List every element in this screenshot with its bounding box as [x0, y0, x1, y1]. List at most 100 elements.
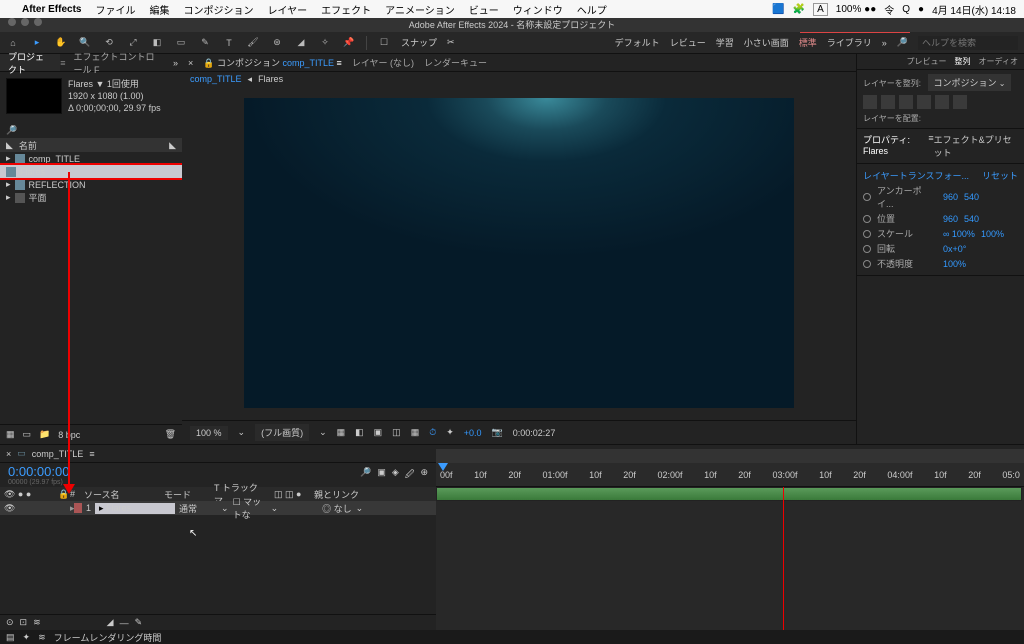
tab-align[interactable]: 整列 — [955, 56, 971, 67]
tl-icon[interactable]: ▣ — [377, 467, 386, 483]
menubar-a[interactable]: A — [813, 3, 828, 16]
menu-composition[interactable]: コンポジション — [183, 2, 253, 17]
timeline-tab-icon[interactable]: ▭ — [17, 448, 26, 459]
ws-learn[interactable]: 学習 — [716, 36, 734, 49]
trash-icon[interactable]: 🗑 — [165, 429, 176, 440]
current-timecode[interactable]: 0:00:00:00 — [8, 464, 69, 479]
shape-tool-icon[interactable]: ▭ — [174, 36, 188, 50]
snap-label[interactable]: スナップ — [401, 36, 437, 49]
zoom-tool-icon[interactable]: 🔍 — [78, 36, 92, 50]
macos-menubar[interactable]: After Effects ファイル 編集 コンポジション レイヤー エフェクト… — [0, 0, 1024, 18]
stopwatch-icon[interactable] — [863, 260, 871, 268]
toggle-icon[interactable]: ✦ — [23, 632, 31, 643]
layer-name[interactable]: ▸ Flares — [95, 503, 175, 514]
battery[interactable]: 100% ●● — [836, 4, 876, 15]
transform-header[interactable]: レイヤートランスフォー... — [863, 169, 969, 182]
tab-layer[interactable]: レイヤー (なし) — [352, 56, 414, 69]
menubar-icon[interactable]: 🟦 — [772, 4, 784, 15]
grid-icon[interactable]: ▦ — [337, 427, 346, 438]
time-icon[interactable]: ⏱ — [429, 427, 436, 438]
ws-small[interactable]: 小さい画面 — [744, 36, 789, 49]
tab-project[interactable]: プロジェクト — [0, 54, 60, 71]
ws-standard[interactable]: 標準 — [799, 36, 817, 49]
tab-effect-controls[interactable]: エフェクトコントロール F — [65, 54, 169, 71]
hand-tool-icon[interactable]: ✋ — [54, 36, 68, 50]
search-icon[interactable]: 🔎 — [897, 37, 908, 48]
search-icon[interactable]: 🔎 — [6, 125, 17, 136]
menu-animation[interactable]: アニメーション — [385, 2, 455, 17]
menu-layer[interactable]: レイヤー — [267, 2, 307, 17]
menu-effect[interactable]: エフェクト — [321, 2, 371, 17]
project-item-reflection[interactable]: ▸REFLECTION — [0, 178, 182, 191]
timeline-tab[interactable]: comp_TITLE — [32, 449, 84, 459]
ws-default[interactable]: デフォルト — [615, 36, 660, 49]
align-top-icon[interactable] — [917, 95, 931, 109]
text-tool-icon[interactable]: T — [222, 36, 236, 50]
menu-help[interactable]: ヘルプ — [577, 2, 607, 17]
menubar-icon[interactable]: 🧩 — [793, 4, 805, 15]
tl-icon[interactable]: 🖉 — [405, 467, 415, 483]
tl-icon[interactable]: ⊕ — [420, 467, 428, 483]
pen-tool-icon[interactable]: ✎ — [198, 36, 212, 50]
project-item-flares[interactable]: Flares — [0, 165, 182, 178]
tl-toggle-icon[interactable]: ⊡ — [20, 617, 28, 628]
comp-breadcrumb[interactable]: comp_TITLE◂Flares — [182, 72, 856, 86]
eraser-tool-icon[interactable]: ◢ — [294, 36, 308, 50]
search-icon[interactable]: 🔎 — [360, 467, 371, 483]
new-comp-icon[interactable]: ▭ — [23, 429, 32, 440]
brush-tool-icon[interactable]: 🖌 — [246, 36, 260, 50]
camera-tool-icon[interactable]: ◧ — [150, 36, 164, 50]
mask-icon[interactable]: ◧ — [355, 427, 364, 438]
home-icon[interactable]: ⌂ — [6, 36, 20, 50]
col-mode[interactable]: モード — [164, 488, 214, 501]
stopwatch-icon[interactable] — [863, 230, 871, 238]
region-icon[interactable]: ◫ — [392, 427, 401, 438]
menu-edit[interactable]: 編集 — [149, 2, 169, 17]
ws-review[interactable]: レビュー — [670, 36, 706, 49]
menu-file[interactable]: ファイル — [95, 2, 135, 17]
timeline-ruler[interactable]: 00f10f20f01:00f10f20f02:00f10f20f03:00f1… — [436, 463, 1024, 487]
align-target-select[interactable]: コンポジション ⌄ — [928, 74, 1012, 91]
channel-icon[interactable]: ▣ — [374, 427, 383, 438]
align-vcenter-icon[interactable] — [935, 95, 949, 109]
exposure[interactable]: +0.0 — [464, 428, 482, 438]
wifi-icon[interactable]: 令 — [884, 2, 894, 17]
snap-checkbox[interactable]: ☐ — [377, 36, 391, 50]
transparency-icon[interactable]: ▦ — [411, 427, 420, 438]
reset-button[interactable]: リセット — [982, 169, 1018, 182]
orbit-tool-icon[interactable]: ⟲ — [102, 36, 116, 50]
help-search[interactable] — [918, 36, 1018, 50]
tl-switch-icon[interactable]: ◢ — [107, 617, 114, 628]
project-item-comp[interactable]: ▸comp_TITLE — [0, 152, 182, 165]
align-hcenter-icon[interactable] — [881, 95, 895, 109]
stopwatch-icon[interactable] — [863, 215, 871, 223]
snapshot-icon[interactable]: 📷 — [492, 427, 503, 438]
col-name[interactable]: 名前 — [19, 139, 37, 152]
clock[interactable]: 4月 14日(水) 14:18 — [932, 2, 1016, 17]
tab-preview[interactable]: プレビュー — [907, 56, 947, 67]
project-item-solids[interactable]: ▸平面 — [0, 191, 182, 204]
viewport[interactable] — [182, 86, 856, 420]
playhead-icon[interactable] — [438, 463, 448, 471]
stopwatch-icon[interactable] — [863, 245, 871, 253]
stamp-tool-icon[interactable]: ⊛ — [270, 36, 284, 50]
tab-audio[interactable]: オーディオ — [979, 56, 1018, 67]
spotlight-icon[interactable]: Q — [902, 4, 910, 15]
timeline-layer-row[interactable]: 👁 ▸ 1 ▸ Flares 通常⌄ ☐ マットな⌄ ◎ なし⌄ — [0, 501, 436, 515]
align-bottom-icon[interactable] — [953, 95, 967, 109]
menu-view[interactable]: ビュー — [469, 2, 499, 17]
toggle-icon[interactable]: ≋ — [38, 632, 46, 643]
toggle-icon[interactable]: ▤ — [6, 632, 15, 643]
tl-switch-icon[interactable]: ✎ — [135, 617, 143, 628]
maximize-icon[interactable] — [34, 18, 42, 26]
tab-render-queue[interactable]: レンダーキュー — [424, 56, 487, 69]
zoom-select[interactable]: 100 % — [190, 426, 228, 440]
comp-canvas[interactable] — [244, 98, 794, 408]
align-right-icon[interactable] — [899, 95, 913, 109]
effects-presets[interactable]: エフェクト&プリセット — [934, 133, 1018, 159]
align-left-icon[interactable] — [863, 95, 877, 109]
ws-library[interactable]: ライブラリ — [827, 36, 872, 49]
timeline-tracks[interactable] — [436, 487, 1024, 630]
minimize-icon[interactable] — [21, 18, 29, 26]
asset-thumbnail[interactable] — [6, 78, 62, 114]
